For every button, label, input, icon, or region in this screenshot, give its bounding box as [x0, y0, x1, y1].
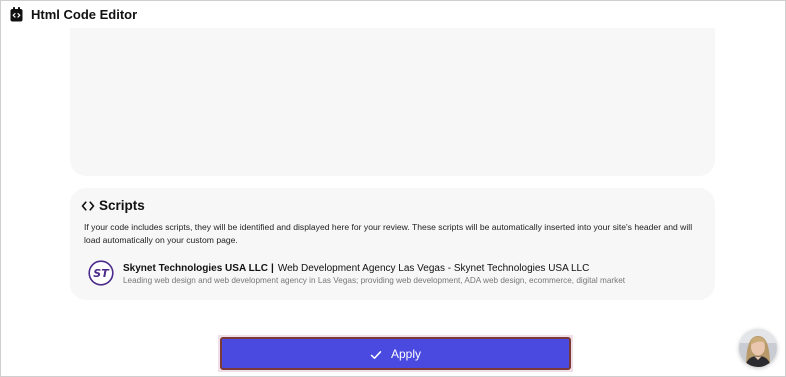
code-icon: [81, 199, 95, 213]
script-text: Skynet Technologies USA LLC | Web Developm…: [123, 260, 625, 287]
scripts-title: Scripts: [99, 198, 145, 213]
scripts-heading: Scripts: [81, 198, 145, 213]
script-site-name: Skynet Technologies USA LLC: [123, 263, 269, 274]
app-title: Html Code Editor: [31, 6, 138, 22]
logo-text: ST: [93, 267, 110, 280]
script-page-title: Web Development Agency Las Vegas - Skyne…: [277, 263, 590, 274]
scripts-card: Scripts If your code includes scripts, t…: [70, 188, 715, 300]
script-item[interactable]: ST Skynet Technologies USA LLC | Web Devel…: [88, 260, 625, 287]
app-header: Html Code Editor: [10, 5, 137, 23]
apply-label: Apply: [390, 346, 422, 361]
scripts-description: If your code includes scripts, they will…: [84, 222, 693, 245]
code-editor-panel[interactable]: [70, 28, 715, 176]
avatar[interactable]: [739, 329, 777, 367]
script-separator: |: [271, 263, 274, 274]
skynet-logo-icon: ST: [88, 260, 114, 286]
script-title-line: Skynet Technologies USA LLC | Web Developm…: [123, 262, 625, 275]
apply-button[interactable]: Apply: [220, 337, 571, 370]
script-page-description: Leading web design and web development a…: [123, 276, 626, 285]
check-icon: [370, 348, 382, 360]
code-editor-icon: [10, 6, 23, 22]
apply-button-wrapper: Apply: [218, 335, 573, 372]
